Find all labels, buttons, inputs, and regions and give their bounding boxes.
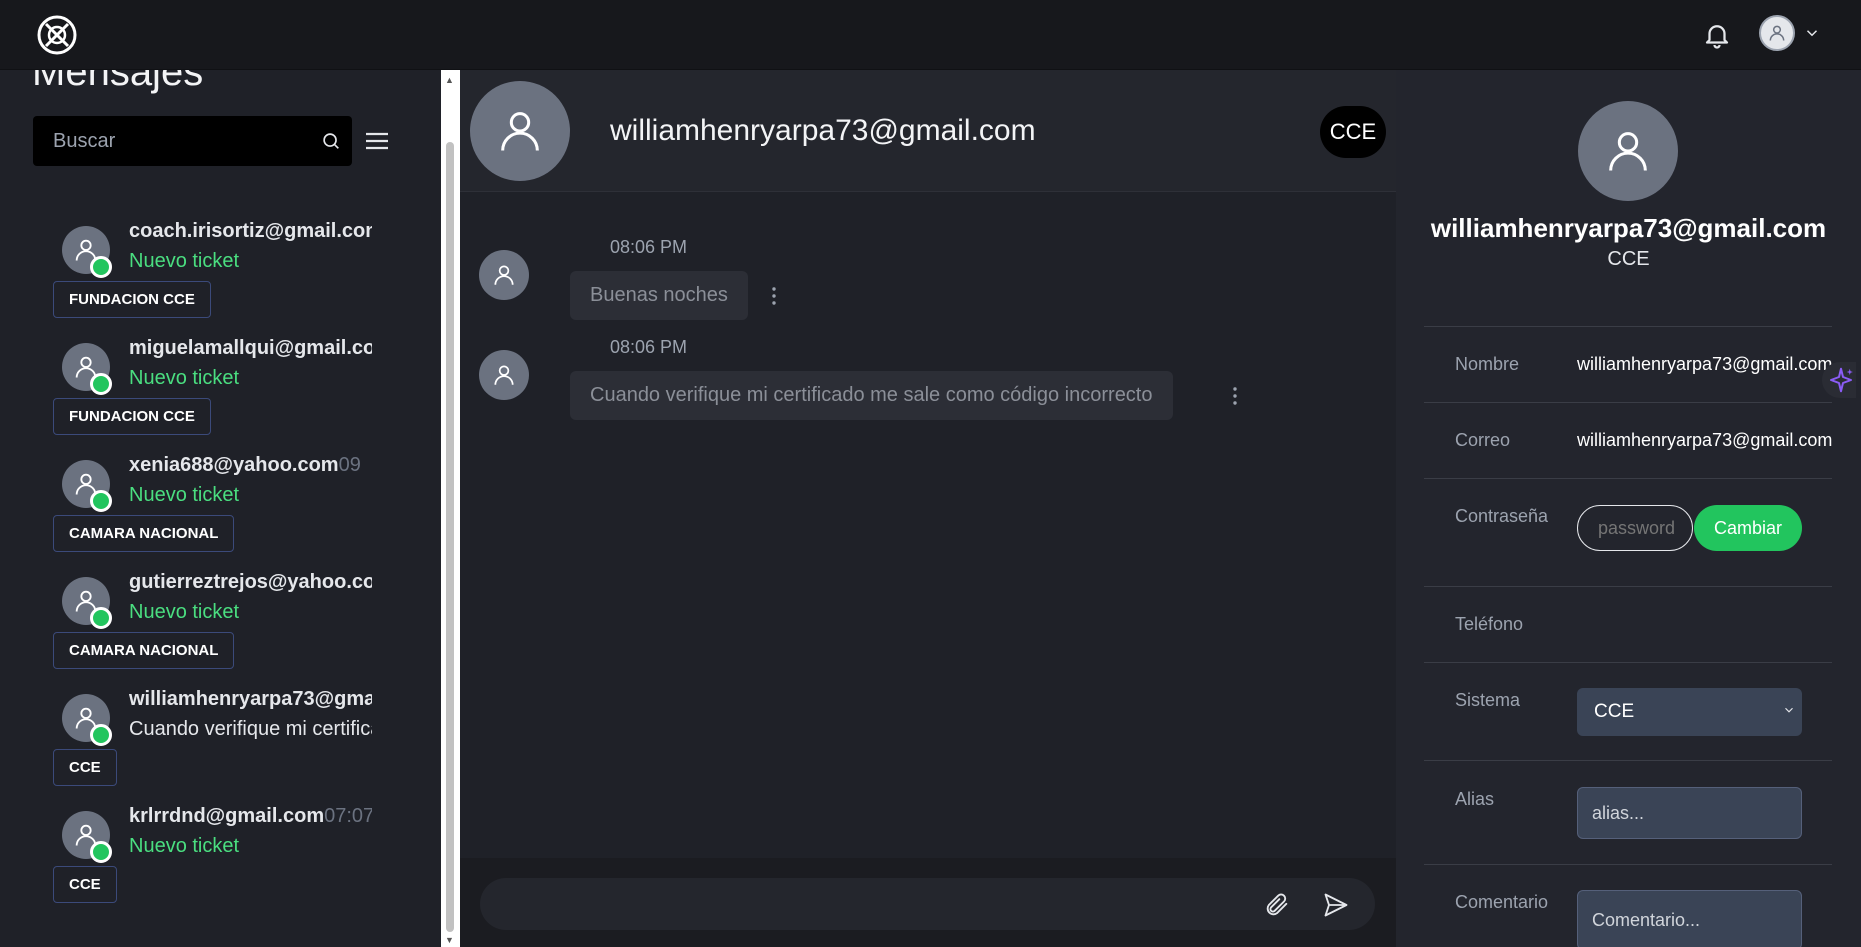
correo-value: williamhenryarpa73@gmail.com: [1577, 430, 1833, 450]
change-password-button[interactable]: Cambiar: [1694, 505, 1802, 551]
sparkle-icon: [1830, 367, 1853, 393]
user-icon: [1769, 25, 1785, 41]
message-time: 08:06 PM: [610, 237, 688, 257]
contact-name: krlrrdnd@gmail.com07:07: [129, 805, 372, 827]
online-status-dot: [90, 607, 112, 629]
message-time: 08:06 PM: [610, 337, 688, 357]
send-icon[interactable]: [1322, 891, 1350, 919]
user-icon: [501, 112, 539, 151]
contact-item[interactable]: krlrrdnd@gmail.com07:07 Nuevo ticket CCE: [0, 805, 380, 922]
contact-name: xenia688@yahoo.com09: [129, 454, 361, 476]
chevron-down-icon[interactable]: [1803, 24, 1821, 42]
search-input[interactable]: [33, 116, 352, 166]
message-bubble: Buenas noches: [570, 271, 748, 320]
alias-input[interactable]: [1577, 787, 1802, 839]
scroll-up-arrow-icon[interactable]: ▲: [445, 75, 454, 85]
contact-item[interactable]: williamhenryarpa73@gmail.com Cuando veri…: [0, 688, 380, 805]
message-input[interactable]: [480, 878, 1260, 930]
contact-name: miguelamallqui@gmail.com: [129, 337, 372, 359]
composer-area: [460, 858, 1396, 947]
divider: [1424, 326, 1832, 327]
profile-email: williamhenryarpa73@gmail.com: [1430, 213, 1827, 243]
user-icon: [1609, 132, 1647, 171]
sistema-select[interactable]: CCE: [1577, 688, 1802, 736]
sidebar-title: Mensajes: [32, 70, 204, 94]
contact-last-message: Nuevo ticket: [129, 484, 240, 506]
online-status-dot: [90, 841, 112, 863]
contact-name: gutierreztrejos@yahoo.com: [129, 571, 372, 593]
contact-tag: CCE: [53, 749, 117, 786]
divider: [1424, 760, 1832, 761]
divider: [1424, 662, 1832, 663]
alias-label: Alias: [1455, 789, 1495, 809]
contact-tag: FUNDACION CCE: [53, 281, 211, 318]
comentario-input[interactable]: [1577, 890, 1802, 947]
password-label: Contraseña: [1455, 506, 1549, 526]
message-composer: [480, 878, 1375, 930]
notification-bell-icon[interactable]: [1702, 20, 1732, 50]
divider: [1424, 478, 1832, 479]
contact-last-message: Nuevo ticket: [129, 367, 240, 389]
online-status-dot: [90, 373, 112, 395]
avatar: [479, 250, 529, 300]
sidebar-scrollbar[interactable]: ▲ ▼: [441, 70, 460, 947]
system-badge: CCE: [1320, 106, 1386, 158]
message-options-icon[interactable]: [1229, 385, 1241, 407]
avatar: [479, 350, 529, 400]
message-options-icon[interactable]: [768, 285, 780, 307]
contact-last-message: Nuevo ticket: [129, 601, 240, 623]
contact-item[interactable]: xenia688@yahoo.com09 Nuevo ticket CAMARA…: [0, 454, 380, 571]
contact-item[interactable]: gutierreztrejos@yahoo.com Nuevo ticket C…: [0, 571, 380, 688]
nombre-label: Nombre: [1455, 354, 1520, 374]
comentario-label: Comentario: [1455, 892, 1549, 912]
correo-label: Correo: [1455, 430, 1511, 450]
conversation-sidebar: Mensajes coach.irisortiz@gmail.com Nuevo…: [0, 70, 441, 947]
contact-item[interactable]: coach.irisortiz@gmail.com Nuevo ticket F…: [0, 220, 380, 337]
contact-name: coach.irisortiz@gmail.com: [129, 220, 372, 242]
contact-last-message: Cuando verifique mi certificado: [129, 718, 372, 740]
search-icon[interactable]: [320, 130, 342, 152]
top-bar: [0, 0, 1861, 70]
contact-item[interactable]: miguelamallqui@gmail.com Nuevo ticket FU…: [0, 337, 380, 454]
online-status-dot: [90, 724, 112, 746]
divider: [1424, 864, 1832, 865]
avatar: [1578, 101, 1678, 201]
contact-profile-panel: williamhenryarpa73@gmail.com CCE Nombre …: [1396, 70, 1861, 947]
chevron-down-icon: [1785, 707, 1793, 713]
scroll-thumb[interactable]: [446, 142, 454, 932]
contact-tag: CCE: [53, 866, 117, 903]
contact-tag: CAMARA NACIONAL: [53, 515, 235, 552]
app-logo[interactable]: [36, 14, 78, 56]
menu-icon[interactable]: [364, 129, 390, 153]
search-box: [33, 116, 352, 166]
sistema-label: Sistema: [1455, 690, 1521, 710]
avatar: [470, 81, 570, 181]
divider: [1424, 586, 1832, 587]
sistema-selected-value: CCE: [1594, 701, 1635, 722]
user-icon: [494, 265, 514, 285]
divider: [1424, 402, 1832, 403]
chat-contact-email: williamhenryarpa73@gmail.com: [610, 114, 1036, 147]
profile-system: CCE: [1607, 248, 1650, 270]
password-input[interactable]: [1577, 505, 1693, 551]
contact-last-message: Nuevo ticket: [129, 835, 240, 857]
message-bubble: Cuando verifique mi certificado me sale …: [570, 371, 1173, 420]
nombre-value: williamhenryarpa73@gmail.com: [1577, 354, 1833, 374]
scroll-down-arrow-icon[interactable]: ▼: [445, 935, 454, 945]
ai-assistant-button[interactable]: [1822, 362, 1856, 398]
chat-panel: williamhenryarpa73@gmail.com CCE 08:06 P…: [460, 70, 1396, 947]
contact-tag: CAMARA NACIONAL: [53, 632, 235, 669]
user-avatar-button[interactable]: [1759, 15, 1795, 51]
online-status-dot: [90, 256, 112, 278]
paperclip-icon[interactable]: [1263, 891, 1291, 919]
chat-header: williamhenryarpa73@gmail.com CCE: [460, 70, 1396, 192]
online-status-dot: [90, 490, 112, 512]
telefono-label: Teléfono: [1455, 614, 1524, 634]
contact-name: williamhenryarpa73@gmail.com: [129, 688, 372, 710]
contact-last-message: Nuevo ticket: [129, 250, 240, 272]
contact-tag: FUNDACION CCE: [53, 398, 211, 435]
user-icon: [494, 365, 514, 385]
